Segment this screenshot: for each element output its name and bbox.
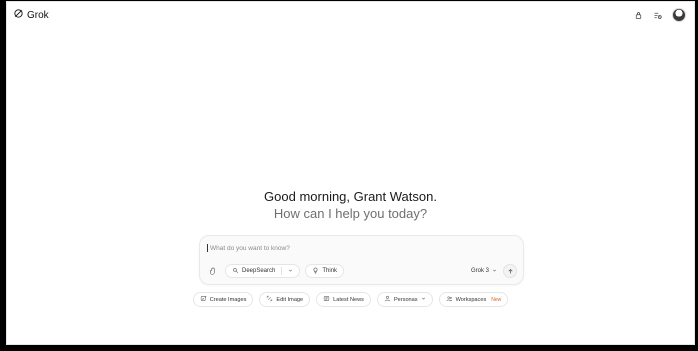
- latest-news-button[interactable]: Latest News: [316, 292, 371, 307]
- model-label: Grok 3: [470, 268, 489, 274]
- think-label: Think: [322, 268, 338, 274]
- user-icon: [384, 295, 391, 304]
- model-selector[interactable]: Grok 3: [471, 268, 497, 275]
- image-plus-icon: [200, 295, 207, 304]
- prompt-box: DeepSearch Think: [199, 235, 524, 285]
- arrow-up-icon: [507, 262, 514, 280]
- personas-button[interactable]: Personas: [376, 292, 433, 307]
- workspaces-label: Workspaces: [455, 296, 487, 303]
- newspaper-icon: [323, 295, 330, 304]
- deepsearch-icon: [232, 267, 239, 276]
- greeting: Good morning, Grant Watson. How can I he…: [7, 189, 694, 221]
- paperclip-icon: [209, 262, 217, 280]
- attach-button[interactable]: [206, 264, 220, 278]
- send-button[interactable]: [503, 264, 517, 278]
- chevron-down-icon[interactable]: [288, 268, 293, 275]
- edit-image-button[interactable]: Edit Image: [259, 292, 311, 307]
- create-images-button[interactable]: Create Images: [192, 292, 254, 307]
- history-icon[interactable]: [653, 11, 662, 20]
- chevron-down-icon: [492, 268, 497, 275]
- deepsearch-button[interactable]: DeepSearch: [225, 264, 301, 278]
- lock-icon[interactable]: [634, 11, 643, 20]
- top-actions: [634, 8, 686, 22]
- think-button[interactable]: Think: [305, 264, 345, 278]
- edit-image-label: Edit Image: [276, 296, 304, 303]
- new-badge: New: [491, 296, 502, 303]
- chevron-down-icon: [421, 296, 426, 303]
- workspaces-icon: [446, 295, 453, 304]
- personas-label: Personas: [393, 296, 418, 303]
- pill-divider: [281, 267, 283, 275]
- prompt-input[interactable]: [208, 244, 472, 253]
- edit-image-icon: [266, 295, 273, 304]
- prompt-controls: DeepSearch Think Grok 3: [206, 263, 517, 279]
- create-images-label: Create Images: [209, 296, 247, 303]
- app-window: Grok Good morning, Grant Watson. How can…: [6, 1, 695, 345]
- brand[interactable]: Grok: [13, 8, 49, 22]
- greeting-subtitle: How can I help you today?: [273, 206, 428, 221]
- avatar[interactable]: [672, 8, 686, 22]
- greeting-title: Good morning, Grant Watson.: [264, 189, 437, 204]
- brand-name: Grok: [27, 9, 49, 21]
- lightbulb-icon: [312, 267, 319, 276]
- quick-actions: Create Images Edit Image Latest News Per…: [7, 292, 694, 307]
- latest-news-label: Latest News: [333, 296, 364, 303]
- workspaces-button[interactable]: Workspaces New: [438, 292, 509, 307]
- grok-logo-icon: [13, 8, 24, 22]
- deepsearch-label: DeepSearch: [242, 268, 276, 274]
